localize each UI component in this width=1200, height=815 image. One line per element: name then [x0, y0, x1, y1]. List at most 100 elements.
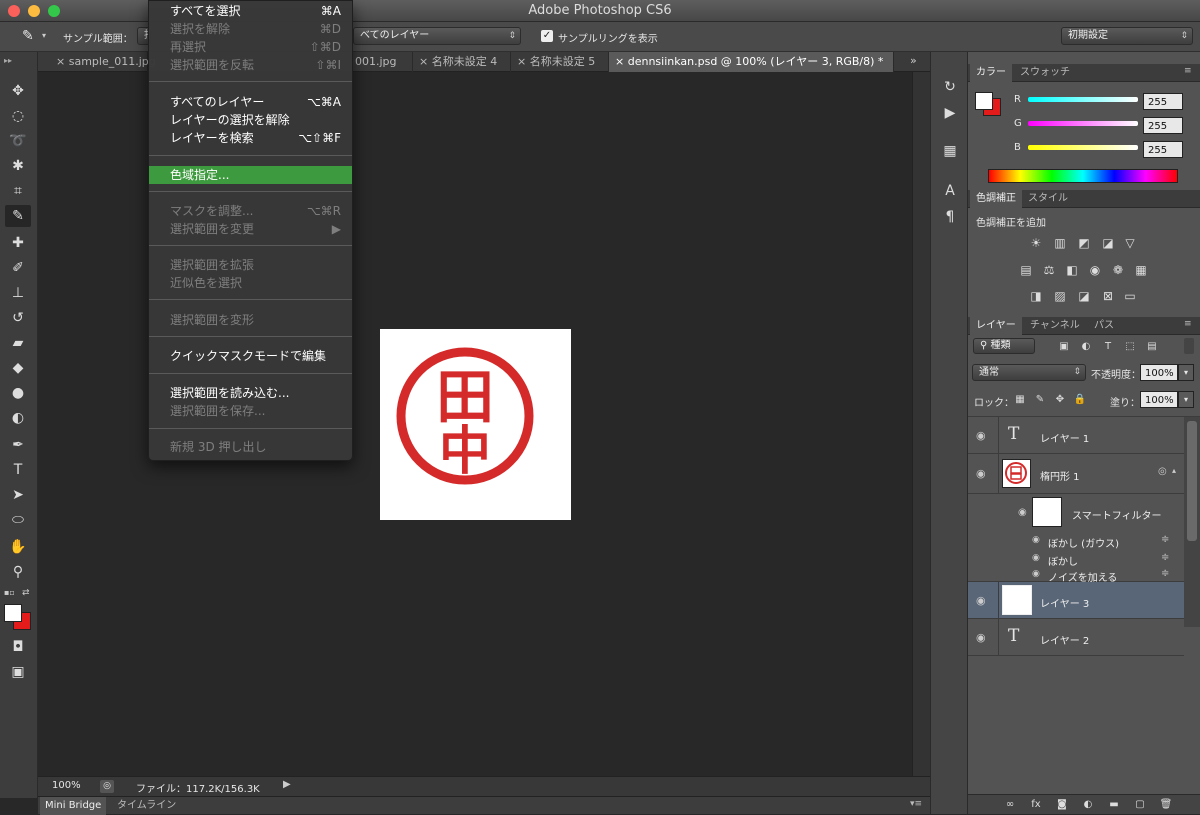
- panel-menu-icon[interactable]: ≡: [1184, 66, 1192, 76]
- close-icon[interactable]: ×: [615, 55, 628, 68]
- marquee-tool-icon[interactable]: ◌: [5, 105, 31, 127]
- fill-value[interactable]: 100%: [1140, 391, 1178, 408]
- eyedropper-tool-icon[interactable]: ✎: [5, 205, 31, 227]
- sample-layers-select[interactable]: べてのレイヤー ⇕: [353, 27, 521, 45]
- layer-row-selected[interactable]: ◉ レイヤー 3: [968, 582, 1184, 619]
- eyedropper-icon[interactable]: ✎: [22, 28, 34, 44]
- add-mask-icon[interactable]: ◙: [1054, 798, 1070, 812]
- brush-tool-icon[interactable]: ✐: [5, 257, 31, 279]
- history-brush-tool-icon[interactable]: ↺: [5, 307, 31, 329]
- filter-options-icon[interactable]: ≑: [1161, 534, 1169, 545]
- tab-swatches[interactable]: スウォッチ: [1014, 64, 1076, 82]
- close-icon[interactable]: ×: [56, 55, 69, 68]
- layers-scrollbar[interactable]: [1184, 417, 1200, 627]
- filter-options-icon[interactable]: ≑: [1161, 568, 1169, 579]
- photo-filter-icon[interactable]: ◉: [1087, 263, 1103, 277]
- new-group-icon[interactable]: ▬: [1106, 798, 1122, 812]
- link-layers-icon[interactable]: ∞: [1002, 798, 1018, 812]
- tab-mini-bridge[interactable]: Mini Bridge: [40, 797, 107, 815]
- new-layer-icon[interactable]: ▢: [1132, 798, 1148, 812]
- b-slider[interactable]: [1028, 145, 1138, 150]
- collapse-icon[interactable]: ▸▸: [4, 56, 12, 65]
- more-tabs-icon[interactable]: »: [910, 54, 917, 67]
- path-selection-tool-icon[interactable]: ➤: [5, 484, 31, 506]
- blur-tool-icon[interactable]: ●: [5, 382, 31, 404]
- pen-tool-icon[interactable]: ✒: [5, 434, 31, 456]
- paint-bucket-tool-icon[interactable]: ◆: [5, 357, 31, 379]
- selective-color-icon[interactable]: ⊠: [1100, 289, 1116, 303]
- menu-item-color-range[interactable]: 色域指定...: [149, 166, 352, 184]
- filter-smart-icon[interactable]: ▤: [1144, 340, 1160, 354]
- exposure-icon[interactable]: ◪: [1100, 236, 1116, 250]
- fill-dropdown-icon[interactable]: ▾: [1178, 391, 1194, 408]
- menu-item-deselect-layers[interactable]: レイヤーの選択を解除: [149, 111, 352, 129]
- color-balance-icon[interactable]: ⚖: [1041, 263, 1057, 277]
- expand-icon[interactable]: ▴: [1172, 466, 1176, 475]
- status-menu-icon[interactable]: ◎: [100, 780, 114, 793]
- chevron-down-icon[interactable]: ▾: [42, 31, 46, 40]
- hand-tool-icon[interactable]: ✋: [5, 536, 31, 558]
- eraser-tool-icon[interactable]: ▰: [5, 332, 31, 354]
- swap-colors-icon[interactable]: ⇄: [22, 588, 30, 598]
- eye-icon[interactable]: ◉: [976, 594, 986, 607]
- menu-item-grow[interactable]: 選択範囲を拡張: [149, 256, 352, 274]
- clone-stamp-tool-icon[interactable]: ⊥: [5, 282, 31, 304]
- panel-menu-icon[interactable]: ≡: [1184, 319, 1192, 329]
- opacity-dropdown-icon[interactable]: ▾: [1178, 364, 1194, 381]
- close-icon[interactable]: ×: [419, 55, 432, 68]
- filter-toggle[interactable]: [1184, 338, 1194, 354]
- menu-item-find-layers[interactable]: レイヤーを検索 ⌥⇧⌘F: [149, 129, 352, 147]
- quick-mask-icon[interactable]: ◘: [5, 636, 31, 658]
- eye-icon[interactable]: ◉: [1032, 553, 1040, 563]
- new-adjustment-icon[interactable]: ◐: [1080, 798, 1096, 812]
- g-slider[interactable]: [1028, 121, 1138, 126]
- panel-menu-icon[interactable]: ▾≡: [910, 799, 922, 809]
- fg-swatch[interactable]: [975, 92, 993, 110]
- channel-mixer-icon[interactable]: ❁: [1110, 263, 1126, 277]
- tab-channels[interactable]: チャンネル: [1024, 317, 1086, 335]
- smart-filter-indicator-icon[interactable]: ◎: [1158, 466, 1167, 477]
- menu-item-refine-mask[interactable]: マスクを調整... ⌥⌘R: [149, 202, 352, 220]
- filter-options-icon[interactable]: ≑: [1161, 552, 1169, 563]
- dodge-tool-icon[interactable]: ◐: [5, 407, 31, 429]
- b-value[interactable]: 255: [1143, 141, 1183, 158]
- r-slider[interactable]: [1028, 97, 1138, 102]
- history-icon[interactable]: ↻: [939, 76, 961, 98]
- properties-icon[interactable]: ▦: [939, 140, 961, 162]
- menu-item-quick-mask[interactable]: クイックマスクモードで編集: [149, 347, 352, 365]
- type-tool-icon[interactable]: T: [5, 459, 31, 481]
- r-value[interactable]: 255: [1143, 93, 1183, 110]
- smart-filter-row[interactable]: ◉ スマートフィルター: [968, 494, 1184, 532]
- tab-styles[interactable]: スタイル: [1022, 190, 1074, 208]
- vibrance-icon[interactable]: ▽: [1122, 236, 1138, 250]
- tab-document[interactable]: × 名称未設定 4: [413, 52, 511, 72]
- filter-row[interactable]: ◉ ノイズを加える ≑: [968, 568, 1184, 584]
- zoom-tool-icon[interactable]: ⚲: [5, 561, 31, 583]
- menu-item-reselect[interactable]: 再選択 ⇧⌘D: [149, 38, 352, 56]
- crop-tool-icon[interactable]: ⌗: [5, 180, 31, 202]
- menu-item-deselect[interactable]: 選択を解除 ⌘D: [149, 20, 352, 38]
- lasso-tool-icon[interactable]: ➰: [5, 130, 31, 152]
- menu-item-inverse[interactable]: 選択範囲を反転 ⇧⌘I: [149, 56, 352, 74]
- move-tool-icon[interactable]: ✥: [5, 80, 31, 102]
- document-canvas[interactable]: 田 中: [380, 329, 571, 520]
- layer-row[interactable]: ◉ 楕円形 1 ◎ ▴: [968, 454, 1184, 494]
- ellipse-tool-icon[interactable]: ⬭: [5, 509, 31, 531]
- scroll-thumb[interactable]: [1187, 421, 1197, 541]
- healing-brush-tool-icon[interactable]: ✚: [5, 232, 31, 254]
- menu-item-all-layers[interactable]: すべてのレイヤー ⌥⌘A: [149, 93, 352, 111]
- tab-timeline[interactable]: タイムライン: [112, 797, 181, 815]
- lock-all-icon[interactable]: 🔒: [1072, 393, 1088, 407]
- screen-mode-icon[interactable]: ▣: [5, 661, 31, 683]
- menu-item-load-selection[interactable]: 選択範囲を読み込む...: [149, 384, 352, 402]
- filter-row[interactable]: ◉ ぼかし (ガウス) ≑: [968, 532, 1184, 550]
- tab-paths[interactable]: パス: [1088, 317, 1120, 335]
- menu-item-save-selection[interactable]: 選択範囲を保存...: [149, 402, 352, 420]
- lock-transparent-icon[interactable]: ▦: [1012, 393, 1028, 407]
- eye-icon[interactable]: ◉: [976, 467, 986, 480]
- tab-document-active[interactable]: × dennsiinkan.psd @ 100% (レイヤー 3, RGB/8)…: [609, 52, 894, 72]
- color-spectrum[interactable]: [988, 169, 1178, 183]
- lock-position-icon[interactable]: ✥: [1052, 393, 1068, 407]
- layer-row[interactable]: ◉ T レイヤー 2: [968, 619, 1184, 656]
- eye-icon[interactable]: ◉: [1018, 507, 1027, 518]
